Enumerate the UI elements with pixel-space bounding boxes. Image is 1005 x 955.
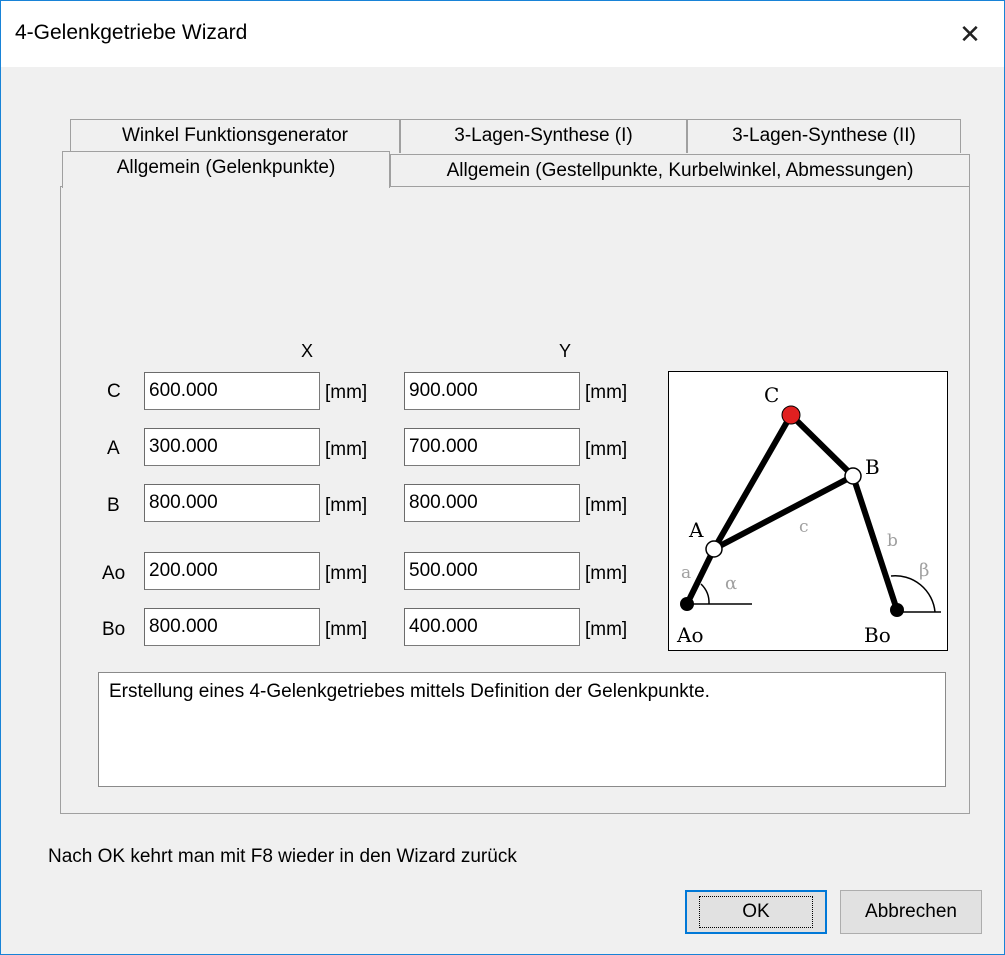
- unit-label: [mm]: [585, 563, 628, 584]
- unit-label: [mm]: [325, 619, 368, 640]
- title-bar[interactable]: 4-Gelenkgetriebe Wizard ✕: [1, 1, 1004, 67]
- joint-a: [705, 540, 723, 558]
- label-c: C: [764, 383, 779, 407]
- bo-y-input[interactable]: [404, 608, 580, 646]
- unit-label: [mm]: [585, 439, 628, 460]
- linkage-svg: C B A Ao Bo a b c α β: [676, 383, 941, 647]
- cancel-button[interactable]: Abbrechen: [840, 890, 982, 934]
- label-link-b: b: [887, 531, 898, 551]
- b-x-input[interactable]: [144, 484, 320, 522]
- alpha-arc: [700, 583, 710, 605]
- hint-text: Nach OK kehrt man mit F8 wieder in den W…: [48, 846, 517, 867]
- point-label-bo: Bo: [102, 619, 126, 640]
- point-label-a: A: [107, 438, 120, 459]
- description-text: Erstellung eines 4-Gelenkgetriebes mitte…: [98, 672, 946, 787]
- unit-label: [mm]: [585, 495, 628, 516]
- column-x-label: X: [301, 341, 314, 361]
- b-y-input[interactable]: [404, 484, 580, 522]
- wizard-window: 4-Gelenkgetriebe Wizard ✕ Winkel Funktio…: [0, 0, 1005, 955]
- label-bo: Bo: [864, 623, 891, 647]
- label-alpha: α: [725, 573, 737, 594]
- unit-label: [mm]: [585, 382, 628, 403]
- window-title: 4-Gelenkgetriebe Wizard: [15, 21, 248, 44]
- tab-winkel-funktionsgenerator[interactable]: Winkel Funktionsgenerator: [70, 119, 400, 153]
- label-beta: β: [919, 560, 929, 581]
- label-link-a: a: [681, 563, 691, 583]
- label-b: B: [865, 455, 880, 479]
- a-y-input[interactable]: [404, 428, 580, 466]
- label-link-c: c: [799, 517, 809, 537]
- joint-c: [781, 405, 801, 425]
- joint-ao: [680, 597, 694, 611]
- ok-button-label: OK: [699, 896, 813, 928]
- unit-label: [mm]: [325, 495, 368, 516]
- unit-label: [mm]: [325, 382, 368, 403]
- ao-x-input[interactable]: [144, 552, 320, 590]
- tab-allgemein-gelenkpunkte[interactable]: Allgemein (Gelenkpunkte): [62, 151, 390, 188]
- ao-y-input[interactable]: [404, 552, 580, 590]
- point-label-ao: Ao: [102, 563, 126, 584]
- label-ao: Ao: [676, 623, 703, 647]
- a-x-input[interactable]: [144, 428, 320, 466]
- label-a: A: [688, 518, 704, 542]
- c-x-input[interactable]: [144, 372, 320, 410]
- close-icon: ✕: [959, 18, 981, 49]
- close-button[interactable]: ✕: [936, 1, 1004, 67]
- unit-label: [mm]: [585, 619, 628, 640]
- four-bar-linkage-diagram: C B A Ao Bo a b c α β: [668, 371, 948, 651]
- tab-3-lagen-synthese-2[interactable]: 3-Lagen-Synthese (II): [687, 119, 961, 153]
- column-y-label: Y: [559, 341, 572, 361]
- tab-3-lagen-synthese-1[interactable]: 3-Lagen-Synthese (I): [400, 119, 687, 153]
- link-cb: [788, 412, 856, 479]
- unit-label: [mm]: [325, 439, 368, 460]
- tab-allgemein-gestellpunkte[interactable]: Allgemein (Gestellpunkte, Kurbelwinkel, …: [390, 154, 970, 188]
- point-label-c: C: [107, 381, 121, 402]
- ok-button[interactable]: OK: [685, 890, 827, 934]
- c-y-input[interactable]: [404, 372, 580, 410]
- joint-bo: [890, 603, 904, 617]
- joint-b: [844, 467, 862, 485]
- bo-x-input[interactable]: [144, 608, 320, 646]
- unit-label: [mm]: [325, 563, 368, 584]
- point-label-b: B: [107, 495, 120, 516]
